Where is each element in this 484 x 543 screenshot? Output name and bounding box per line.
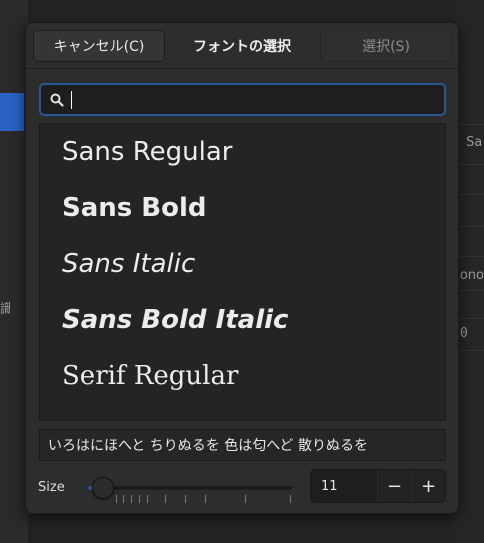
select-button[interactable]: 選択(S) (320, 30, 452, 62)
background-row-divider (458, 194, 484, 195)
size-value[interactable]: 11 (311, 470, 377, 502)
slider-tick (185, 495, 186, 503)
search-input[interactable] (69, 89, 439, 111)
background-row-divider (458, 124, 484, 125)
size-slider[interactable] (86, 473, 296, 507)
size-spinbutton[interactable]: 11 − + (310, 469, 446, 503)
slider-tick (123, 495, 124, 503)
background-row-divider (458, 164, 484, 165)
font-chooser-dialog: キャンセル(C) フォントの選択 選択(S) Sans Regular Sans… (25, 22, 459, 514)
headerbar: キャンセル(C) フォントの選択 選択(S) (26, 23, 458, 69)
font-list-item[interactable]: Sans Bold (40, 180, 445, 236)
font-list-item[interactable]: Sans Bold Italic (40, 292, 445, 348)
slider-tick (139, 495, 140, 503)
background-row-divider (458, 290, 484, 291)
font-list-item[interactable]: Sans Regular (40, 124, 445, 180)
search-icon (50, 93, 64, 107)
slider-tick (245, 495, 246, 503)
decrease-button[interactable]: − (377, 470, 411, 502)
font-list-item[interactable]: Serif Regular (40, 348, 445, 404)
background-row-divider (458, 226, 484, 227)
slider-tick (147, 495, 148, 503)
background-right-text: 0 (460, 326, 468, 341)
background-sidebar-selection (0, 93, 24, 131)
background-row-divider (458, 256, 484, 257)
font-preview[interactable]: いろはにほへと ちりぬるを 色は匂へど 散りぬるを (39, 429, 446, 461)
background-row-divider (458, 350, 484, 351)
slider-tick (205, 495, 206, 503)
slider-tick (165, 495, 166, 503)
background-right-text: Sa (466, 135, 483, 150)
text-cursor (71, 91, 72, 109)
font-list-item[interactable]: Sans Italic (40, 236, 445, 292)
background-right-text: Mono (458, 268, 484, 283)
dialog-title: フォントの選択 (193, 39, 291, 55)
slider-trough (88, 486, 292, 490)
increase-button[interactable]: + (411, 470, 445, 502)
background-sidebar (0, 0, 28, 543)
cancel-button[interactable]: キャンセル(C) (33, 30, 165, 62)
search-field[interactable] (39, 83, 446, 116)
slider-handle[interactable] (92, 477, 114, 499)
font-list-item[interactable]: Serif Bold (40, 404, 445, 420)
slider-tick (116, 495, 117, 503)
background-sidebar-text: 識 (0, 302, 10, 317)
slider-tick (131, 495, 132, 503)
slider-tick (290, 495, 291, 503)
font-list[interactable]: Sans Regular Sans Bold Sans Italic Sans … (39, 123, 446, 421)
size-label: Size (38, 480, 65, 495)
background-row-divider (458, 318, 484, 319)
